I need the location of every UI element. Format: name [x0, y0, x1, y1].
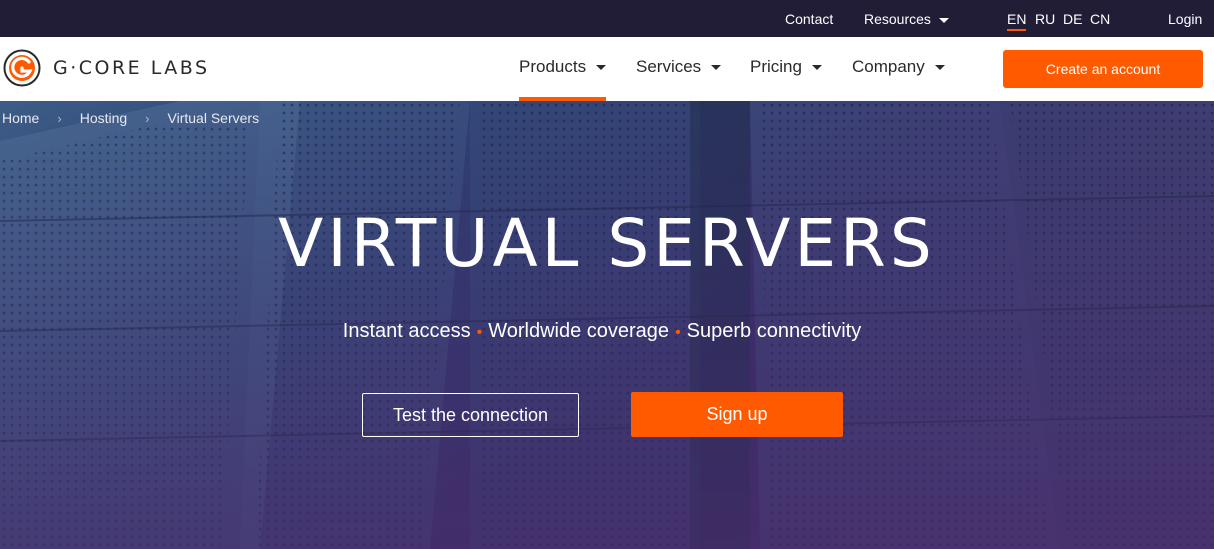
chevron-down-icon: [711, 65, 722, 71]
breadcrumb-home[interactable]: Home: [2, 110, 39, 126]
nav-company-label: Company: [852, 57, 925, 76]
lang-de[interactable]: DE: [1063, 11, 1082, 27]
nav-pricing-label: Pricing: [750, 57, 802, 76]
nav-pricing[interactable]: Pricing: [750, 57, 822, 77]
top-utility-bar: Contact Resources EN RU DE CN Login: [0, 0, 1214, 37]
nav-products[interactable]: Products: [519, 57, 607, 77]
logo-text: G·CORE LABS: [53, 57, 210, 79]
lang-cn[interactable]: CN: [1090, 11, 1110, 27]
page-title: VIRTUAL SERVERS: [278, 205, 936, 282]
breadcrumb-hosting[interactable]: Hosting: [80, 110, 127, 126]
contact-link[interactable]: Contact: [785, 11, 833, 27]
chevron-right-icon: ›: [145, 110, 150, 126]
breadcrumb: Home › Hosting › Virtual Servers: [2, 110, 259, 126]
login-link[interactable]: Login: [1168, 11, 1202, 27]
lang-ru[interactable]: RU: [1035, 11, 1055, 27]
nav-products-label: Products: [519, 57, 587, 76]
resources-label: Resources: [864, 11, 931, 27]
test-connection-button[interactable]: Test the connection: [362, 393, 579, 437]
chevron-down-icon: [938, 17, 949, 23]
breadcrumb-current: Virtual Servers: [167, 110, 260, 126]
chevron-down-icon: [596, 65, 607, 71]
bullet-dot-icon: •: [675, 324, 681, 341]
nav-services[interactable]: Services: [636, 57, 722, 77]
signup-button[interactable]: Sign up: [631, 392, 843, 437]
chevron-right-icon: ›: [57, 110, 62, 126]
nav-services-label: Services: [636, 57, 702, 76]
hero-tagline: Instant access • Worldwide coverage • Superb…: [0, 320, 1204, 343]
nav-company[interactable]: Company: [852, 57, 945, 77]
create-account-button[interactable]: Create an account: [1003, 50, 1203, 88]
resources-menu[interactable]: Resources: [864, 11, 949, 27]
feature-superb-connectivity: Superb connectivity: [686, 320, 862, 342]
hero-section: Home › Hosting › Virtual Servers VIRTUAL…: [0, 101, 1214, 549]
gcore-logo-icon: [3, 49, 41, 87]
lang-en[interactable]: EN: [1007, 11, 1027, 31]
main-header: G·CORE LABS Products Services Pricing Co…: [0, 37, 1214, 101]
chevron-down-icon: [934, 65, 945, 71]
bullet-dot-icon: •: [476, 324, 483, 341]
feature-worldwide-coverage: Worldwide coverage: [488, 320, 670, 342]
logo[interactable]: G·CORE LABS: [3, 49, 210, 87]
feature-instant-access: Instant access: [342, 320, 471, 342]
chevron-down-icon: [811, 65, 822, 71]
